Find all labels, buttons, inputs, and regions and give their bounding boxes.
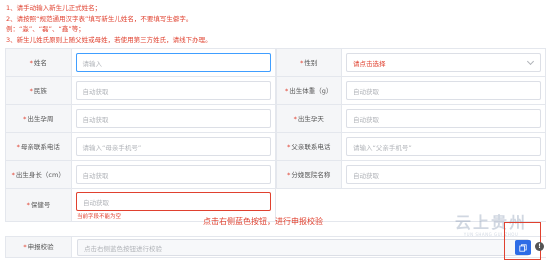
name-label: * 姓名 [5,49,72,76]
form-row: * 民族 自动获取 * 出生体重（g） 自动获取 [5,77,546,105]
form-row: * 姓名 请输入 * 性别 请点击选择 [5,49,546,77]
insurance-label: * 保健号 [5,189,72,221]
info-icon[interactable]: ! [535,242,544,251]
birth-weight-field: 自动获取 [346,81,541,100]
form-row: * 出生孕周 自动获取 * 出生孕天 自动获取 [5,105,546,133]
error-message: 当前字段不能为空 [77,214,122,220]
registration-form: * 姓名 请输入 * 性别 请点击选择 * 民族 自动获取 * 出生体重（g） 自动获取… [5,48,546,222]
form-row: * 母亲联系电话 请输入“母亲手机号” * 父亲联系电话 请输入“父亲手机号” [5,133,546,161]
father-phone-label: * 父亲联系电话 [275,133,342,160]
ethnicity-label: * 民族 [5,77,72,104]
birth-date-field: 自动获取 [75,109,271,128]
birth-height-label: * 出生身长（cm） [5,161,72,188]
check-label: * 申报校验 [5,237,72,257]
name-input[interactable]: 请输入 [75,53,271,72]
notice-line-1: 1、请手动输入新生儿正式姓名； [6,4,102,12]
birth-weight-label: * 出生体重（g） [275,77,342,104]
birth-height-field: 自动获取 [75,165,271,184]
hospital-field: 自动获取 [346,165,541,184]
insurance-field: 自动获取 [76,192,271,211]
hint-text: 点击右侧蓝色按钮，进行申报校验 [203,217,323,226]
notice-block: 1、请手动输入新生儿正式姓名； 2、请按照“规范通用汉字表”填写新生儿姓名，不要… [6,3,212,45]
gender-label: * 性别 [275,49,342,76]
check-field: 点击右侧蓝色按钮进行校验 [77,239,529,256]
gender-select[interactable]: 请点击选择 [346,53,541,72]
notice-line-3: 例：“淼”、“磊”、“鑫”等； [6,25,85,33]
form-row: * 出生身长（cm） 自动获取 * 分娩医院名称 自动获取 [5,161,546,189]
mother-phone-label: * 母亲联系电话 [5,133,72,160]
check-row: * 申报校验 点击右侧蓝色按钮进行校验 [5,236,546,258]
gestation-days-field: 自动获取 [346,109,541,128]
father-phone-input[interactable]: 请输入“父亲手机号” [346,137,541,156]
birth-date-label: * 出生孕周 [5,105,72,132]
verify-button[interactable] [515,240,531,255]
notice-line-2: 2、请按照“规范通用汉字表”填写新生儿姓名，不要填写生僻字。 [6,14,193,23]
ethnicity-field: 自动获取 [75,81,271,100]
chevron-down-icon [526,57,535,66]
mother-phone-input[interactable]: 请输入“母亲手机号” [75,137,271,156]
gestation-days-label: * 出生孕天 [275,105,342,132]
notice-line-4: 3、新生儿姓氏原则上随父姓或母姓，若使用第三方姓氏，请线下办理。 [6,35,212,44]
copy-icon [519,243,527,252]
hospital-label: * 分娩医院名称 [275,161,342,188]
